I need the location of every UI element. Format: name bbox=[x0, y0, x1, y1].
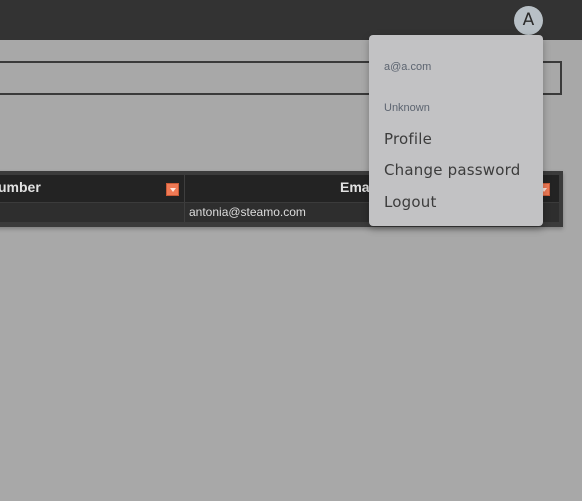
column-header-number[interactable]: umber bbox=[0, 175, 184, 202]
user-email: a@a.com bbox=[384, 61, 432, 73]
menu-item-change-password[interactable]: Change password bbox=[384, 161, 520, 179]
cell-number bbox=[0, 203, 184, 222]
user-avatar[interactable]: A bbox=[514, 6, 543, 35]
column-header-label: umber bbox=[0, 179, 41, 195]
filter-icon[interactable] bbox=[166, 183, 179, 196]
user-role: Unknown bbox=[384, 102, 430, 114]
menu-item-profile[interactable]: Profile bbox=[384, 130, 432, 148]
column-header-label: Ema bbox=[340, 179, 370, 195]
user-menu-dropdown: a@a.com Unknown Profile Change password … bbox=[369, 35, 543, 226]
menu-item-logout[interactable]: Logout bbox=[384, 193, 437, 211]
top-bar: A bbox=[0, 0, 582, 40]
